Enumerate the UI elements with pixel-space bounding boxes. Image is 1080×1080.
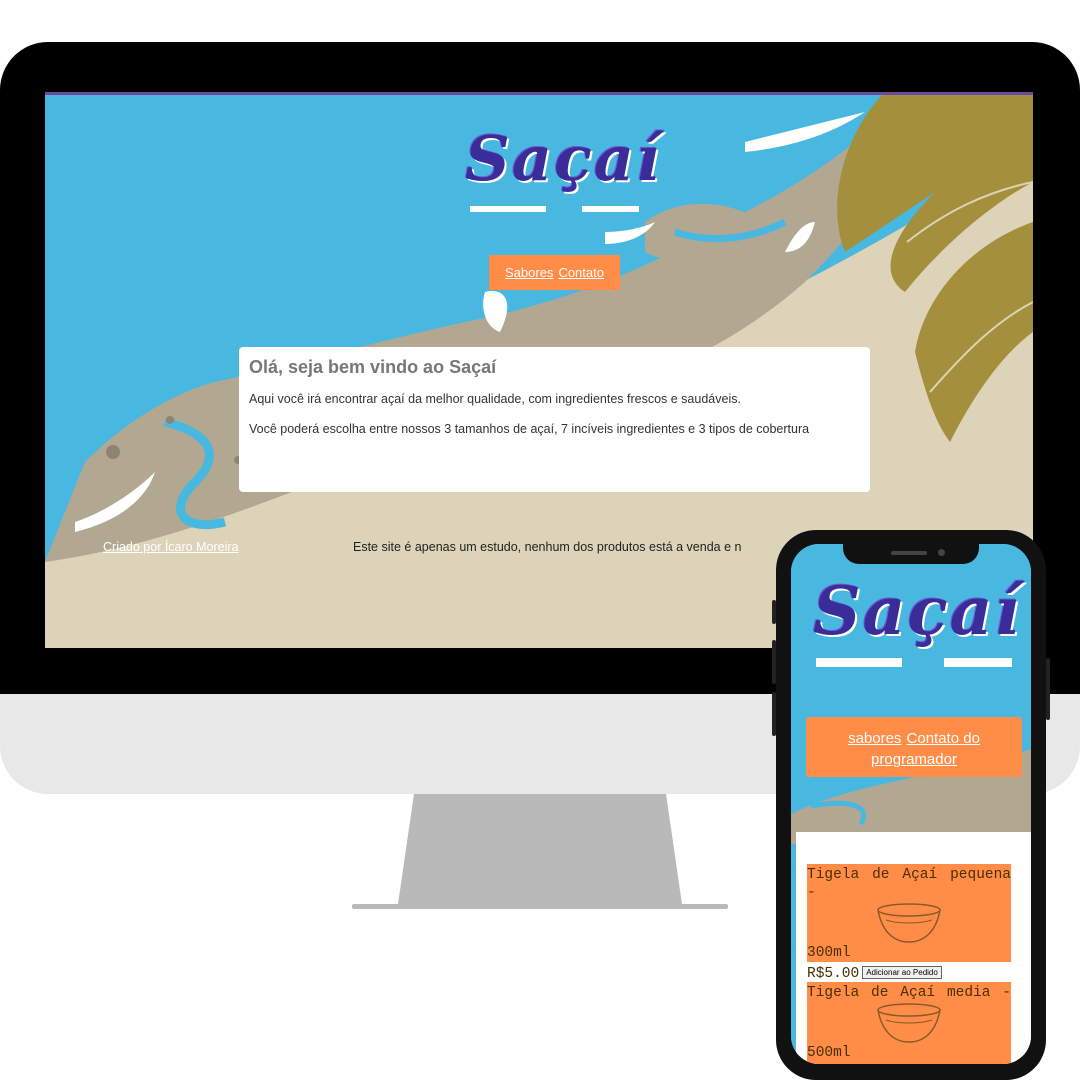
welcome-card: Olá, seja bem vindo ao Saçaí Aqui você i… bbox=[239, 347, 870, 492]
product-card: Tigela de Açaí pequena - 300ml R$5.00 Adi… bbox=[807, 864, 1011, 982]
phone-side-button bbox=[772, 692, 776, 736]
phone-speaker bbox=[891, 551, 927, 555]
add-to-order-button[interactable]: Adicionar ao Pedido bbox=[862, 966, 942, 979]
welcome-paragraph: Aqui você irá encontrar açaí da melhor q… bbox=[249, 392, 741, 406]
mobile-product-list: Tigela de Açaí pequena - 300ml R$5.00 Adi… bbox=[796, 832, 1031, 1064]
footer-disclaimer: Este site é apenas um estudo, nenhum dos… bbox=[353, 540, 742, 554]
acai-bowl-icon bbox=[877, 903, 941, 943]
product-name: Tigela de Açaí pequena - bbox=[807, 867, 1011, 901]
nav-link-sabores[interactable]: Sabores bbox=[505, 265, 553, 280]
window-top-border bbox=[45, 92, 1033, 95]
acai-bowl-icon bbox=[877, 1003, 941, 1043]
site-logo: Saçaí bbox=[465, 122, 662, 195]
phone-notch bbox=[843, 544, 979, 564]
logo-underline-left bbox=[470, 206, 546, 212]
mobile-nav-link-sabores[interactable]: sabores bbox=[848, 730, 901, 747]
mobile-nav: sabores Contato do programador bbox=[806, 717, 1022, 777]
phone-power-button bbox=[1046, 658, 1050, 720]
phone-camera bbox=[938, 549, 945, 556]
monitor-stand bbox=[352, 794, 728, 909]
mobile-screen: Saçaí sabores Contato do programador Tig… bbox=[791, 544, 1031, 1064]
welcome-paragraph: Você poderá escolha entre nossos 3 taman… bbox=[249, 422, 810, 436]
phone-side-button bbox=[772, 600, 776, 624]
product-price: R$5.00 bbox=[807, 966, 860, 982]
logo-underline-right bbox=[944, 658, 1012, 667]
phone-frame: Saçaí sabores Contato do programador Tig… bbox=[772, 530, 1050, 1080]
logo-underline-left bbox=[816, 658, 902, 667]
product-size: 500ml bbox=[807, 1045, 851, 1061]
mobile-site-logo: Saçaí bbox=[813, 572, 1022, 650]
phone-side-button bbox=[772, 640, 776, 684]
welcome-title: Olá, seja bem vindo ao Saçaí bbox=[249, 357, 497, 377]
footer-credit-link[interactable]: Criado por Ícaro Moreira bbox=[103, 540, 238, 554]
product-card: Tigela de Açaí media - 500ml bbox=[807, 982, 1011, 1064]
logo-underline-right bbox=[582, 206, 639, 212]
nav-link-contato[interactable]: Contato bbox=[558, 265, 604, 280]
product-name: Tigela de Açaí media - bbox=[807, 985, 1011, 1001]
main-nav: Sabores Contato bbox=[489, 255, 620, 290]
product-size: 300ml bbox=[807, 945, 851, 961]
